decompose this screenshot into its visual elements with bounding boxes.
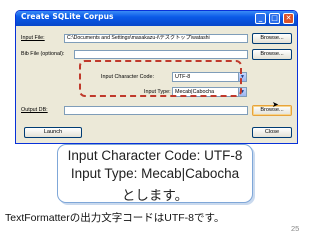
launch-button[interactable]: Launch — [24, 127, 82, 138]
input-file-field[interactable]: C:\Documents and Settings\masakazu-i\デスク… — [64, 34, 248, 43]
window-title: Create SQLite Corpus — [21, 12, 114, 21]
close-button[interactable]: Close — [252, 127, 292, 138]
browse-bib-button[interactable]: Browse... — [252, 49, 292, 60]
mouse-cursor-icon: ➤ — [272, 100, 279, 109]
highlight-dashed-box — [79, 60, 242, 97]
browse-input-button[interactable]: Browse... — [252, 33, 292, 44]
bib-file-label: Bib File (optional): — [21, 51, 65, 57]
footer-note: TextFormatterの出力文字コードはUTF-8です。 — [5, 212, 225, 224]
callout-line-1: Input Character Code: UTF-8 — [67, 148, 243, 163]
output-db-field[interactable] — [64, 106, 248, 115]
title-bar[interactable]: Create SQLite Corpus _ □ ✕ — [16, 11, 297, 26]
output-db-label: Output DB: — [21, 107, 48, 113]
callout-box: Input Character Code: UTF-8 Input Type: … — [57, 144, 253, 203]
callout-line-2: Input Type: Mecab|Cabocha — [70, 166, 240, 181]
page-number: 25 — [291, 224, 300, 233]
bib-file-field[interactable] — [74, 50, 248, 59]
callout-line-3: とします。 — [121, 188, 189, 203]
maximize-button[interactable]: □ — [269, 13, 280, 24]
minimize-button[interactable]: _ — [255, 13, 266, 24]
close-window-button[interactable]: ✕ — [283, 13, 294, 24]
input-file-label: Input File: — [21, 35, 45, 41]
